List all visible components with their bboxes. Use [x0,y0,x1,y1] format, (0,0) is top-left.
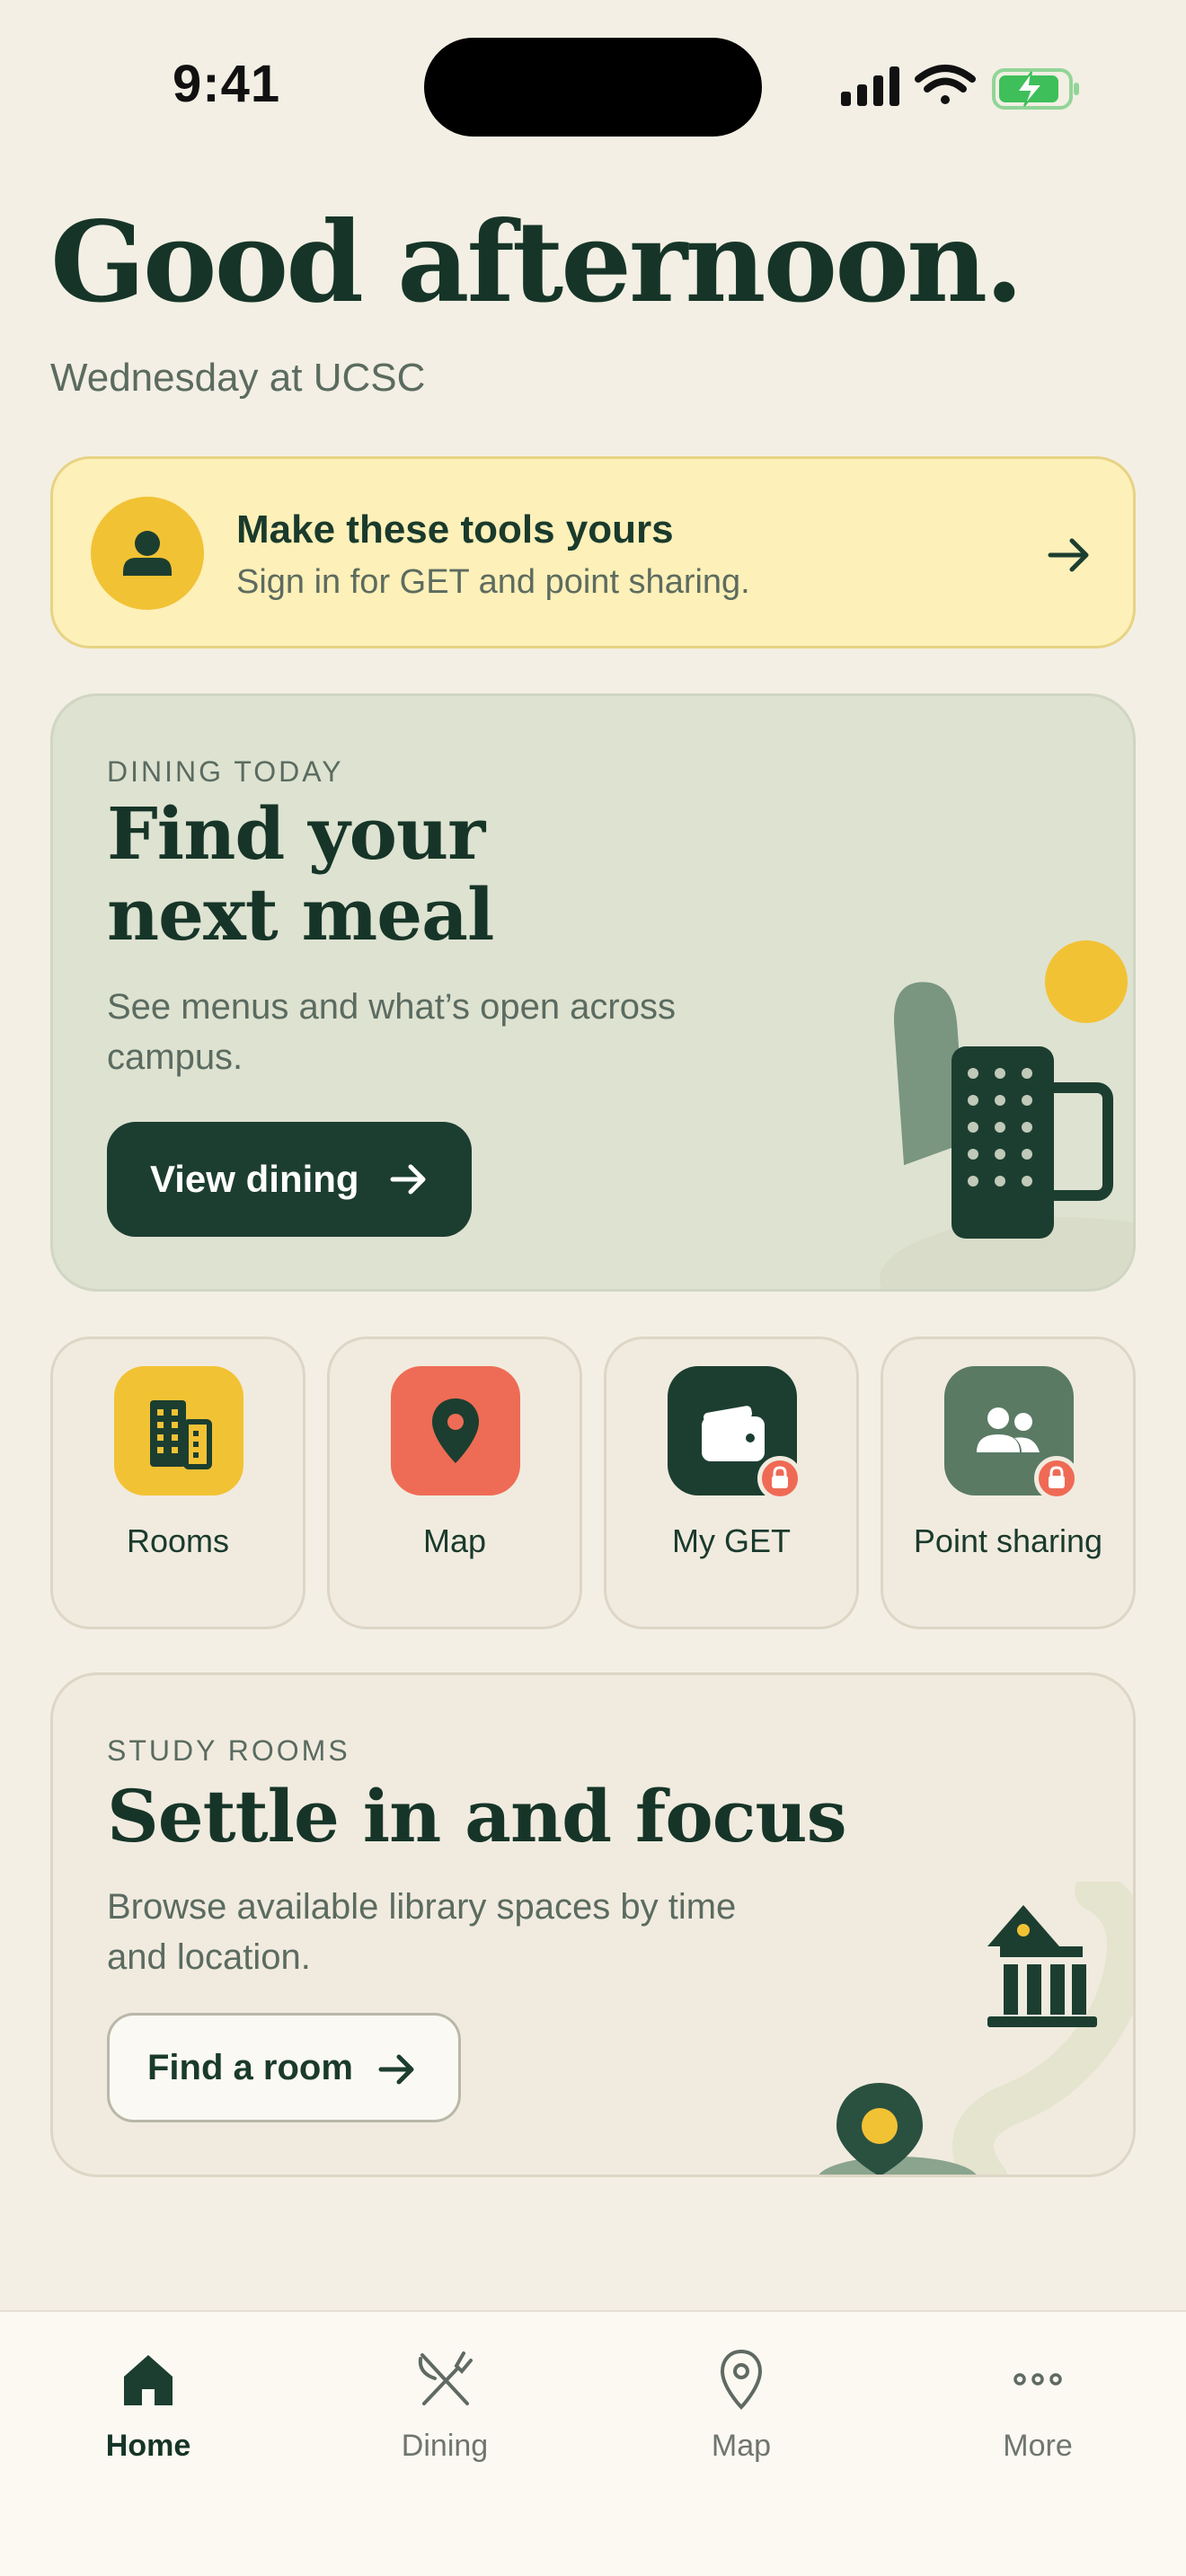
tile-label: Map [422,1522,487,1559]
lock-icon [1034,1456,1079,1501]
tab-home[interactable]: Home [0,2346,296,2481]
status-icons [841,65,1079,110]
dining-description: See menus and what’s open across campus. [107,987,676,1077]
tile-my-get[interactable]: My GET [604,1337,859,1629]
dining-title: Find your next meal [107,791,494,957]
quick-tiles: Rooms Map My GET Point sharing [50,1337,1136,1629]
tile-label: Rooms [126,1522,230,1559]
map-pin-icon [720,2349,763,2410]
signin-banner[interactable]: Make these tools yours Sign in for GET a… [50,456,1136,648]
people-icon [944,1366,1079,1501]
view-dining-label: View dining [150,1158,359,1200]
dining-eyebrow: DINING TODAY [107,755,344,788]
find-room-button[interactable]: Find a room [107,2013,461,2122]
user-avatar-icon [91,497,204,610]
status-time: 9:41 [173,55,281,113]
tab-dining[interactable]: Dining [296,2346,593,2481]
signin-subtitle: Sign in for GET and point sharing. [236,563,750,601]
tile-label: My GET [672,1522,791,1559]
tab-label: Home [105,2429,191,2463]
tab-map[interactable]: Map [593,2346,890,2481]
greeting-subtitle: Wednesday at UCSC [50,356,426,400]
tab-more[interactable]: More [890,2346,1186,2481]
tab-label: More [1003,2429,1073,2463]
study-illustration [819,1882,1133,2175]
dynamic-island [424,38,762,137]
lock-icon [757,1456,802,1501]
arrow-right-icon [1048,538,1089,572]
signal-icon [841,66,899,106]
signin-title: Make these tools yours [236,507,674,551]
arrow-right-icon [390,1164,426,1195]
map-pin-icon [391,1366,520,1495]
view-dining-button[interactable]: View dining [107,1122,472,1237]
study-eyebrow: STUDY ROOMS [107,1734,350,1767]
tab-bar: Home Dining Map More [0,2310,1186,2576]
tile-point-sharing[interactable]: Point sharing [881,1337,1136,1629]
fork-knife-icon [418,2351,473,2405]
home-icon [124,2355,173,2405]
status-bar: 9:41 [0,0,1186,171]
arrow-right-icon [378,2054,414,2085]
tab-label: Map [711,2429,772,2463]
wallet-icon [668,1366,802,1501]
building-icon [114,1366,243,1495]
battery-icon [992,68,1079,110]
tile-rooms[interactable]: Rooms [50,1337,305,1629]
tile-label: Point sharing [913,1522,1103,1559]
wifi-icon [915,65,976,104]
study-title: Settle in and focus [107,1774,847,1858]
dining-card: DINING TODAY Find your next meal See men… [50,693,1136,1292]
dining-illustration [880,940,1133,1289]
more-dots-icon [1013,2373,1062,2386]
study-rooms-card: STUDY ROOMS Settle in and focus Browse a… [50,1672,1136,2177]
find-room-label: Find a room [147,2047,353,2087]
tab-label: Dining [401,2429,489,2463]
greeting-title: Good afternoon. [50,198,1023,328]
tile-map[interactable]: Map [327,1337,582,1629]
study-description: Browse available library spaces by time … [107,1887,737,1977]
